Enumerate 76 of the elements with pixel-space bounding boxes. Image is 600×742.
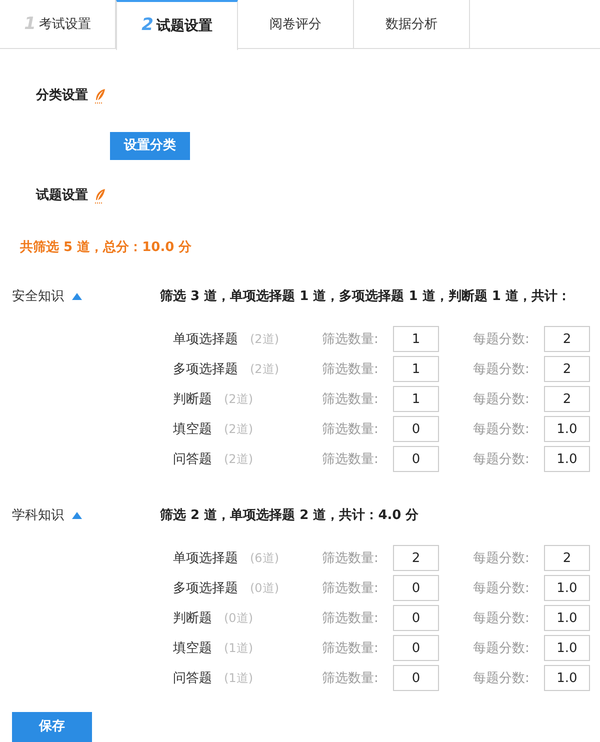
- score-label: 每题分数:: [473, 610, 530, 628]
- score-label: 每题分数:: [473, 450, 530, 469]
- score-label: 每题分数:: [473, 550, 530, 568]
- count-input[interactable]: 1: [393, 386, 439, 412]
- collapse-triangle-icon[interactable]: [72, 512, 82, 519]
- question-available: (2道): [250, 361, 279, 378]
- count-input[interactable]: 0: [393, 416, 439, 442]
- score-input[interactable]: 1.0: [544, 635, 590, 662]
- count-label: 筛选数量:: [322, 390, 380, 409]
- count-input[interactable]: 0: [393, 575, 439, 602]
- score-label: 每题分数:: [473, 330, 530, 349]
- score-input[interactable]: 2: [544, 545, 590, 572]
- question-available: (2道): [224, 421, 253, 438]
- count-label: 筛选数量:: [322, 420, 380, 439]
- score-input[interactable]: 1.0: [544, 605, 590, 632]
- section-title: 分类设置: [36, 87, 88, 105]
- count-label: 筛选数量:: [322, 360, 380, 379]
- count-input[interactable]: 1: [393, 356, 439, 382]
- score-label: 每题分数:: [473, 670, 530, 688]
- count-label: 筛选数量:: [322, 330, 380, 349]
- total-summary: 共筛选 5 道，总分：10.0 分: [20, 238, 193, 257]
- question-available: (6道): [250, 550, 279, 568]
- score-input[interactable]: 1.0: [544, 665, 590, 692]
- question-available: (2道): [224, 451, 253, 468]
- score-label: 每题分数:: [473, 390, 530, 409]
- question-available: (2道): [250, 331, 279, 348]
- count-label: 筛选数量:: [322, 580, 380, 598]
- score-label: 每题分数:: [473, 420, 530, 439]
- save-button[interactable]: 保存: [12, 712, 92, 742]
- question-available: (1道): [224, 670, 253, 688]
- category-name: 安全知识: [12, 288, 64, 306]
- question-type: 填空题: [173, 420, 212, 439]
- set-category-button[interactable]: 设置分类: [110, 132, 190, 160]
- question-type: 问答题: [173, 670, 212, 688]
- score-input[interactable]: 1.0: [544, 446, 590, 472]
- question-type: 多项选择题: [173, 360, 238, 379]
- score-input[interactable]: 2: [544, 356, 590, 382]
- count-label: 筛选数量:: [322, 610, 380, 628]
- question-available: (1道): [224, 640, 253, 658]
- count-label: 筛选数量:: [322, 550, 380, 568]
- count-label: 筛选数量:: [322, 670, 380, 688]
- section-title: 试题设置: [36, 187, 88, 206]
- question-type: 单项选择题: [173, 550, 238, 568]
- count-input[interactable]: 1: [393, 326, 439, 352]
- question-type: 判断题: [173, 390, 212, 409]
- tab[interactable]: 2 试题设置: [116, 0, 238, 50]
- count-label: 筛选数量:: [322, 450, 380, 469]
- count-input[interactable]: 0: [393, 665, 439, 692]
- count-label: 筛选数量:: [322, 640, 380, 658]
- question-available: (2道): [224, 391, 253, 408]
- score-label: 每题分数:: [473, 360, 530, 379]
- tab[interactable]: 数据分析: [354, 0, 470, 49]
- question-available: (0道): [250, 580, 279, 598]
- feather-icon: [94, 188, 106, 204]
- question-type: 单项选择题: [173, 330, 238, 349]
- collapse-triangle-icon[interactable]: [72, 292, 82, 300]
- score-label: 每题分数:: [473, 640, 530, 658]
- category-summary: 筛选 2 道，单项选择题 2 道，共计：4.0 分: [160, 506, 419, 525]
- score-input[interactable]: 1.0: [544, 416, 590, 442]
- count-input[interactable]: 2: [393, 545, 439, 572]
- question-type: 判断题: [173, 610, 212, 628]
- question-type: 填空题: [173, 640, 212, 658]
- question-available: (0道): [224, 610, 253, 628]
- count-input[interactable]: 0: [393, 446, 439, 472]
- score-label: 每题分数:: [473, 580, 530, 598]
- count-input[interactable]: 0: [393, 605, 439, 632]
- count-input[interactable]: 0: [393, 635, 439, 662]
- score-input[interactable]: 2: [544, 326, 590, 352]
- tab[interactable]: 阅卷评分: [238, 0, 354, 49]
- score-input[interactable]: 1.0: [544, 575, 590, 602]
- feather-icon: [94, 88, 106, 104]
- score-input[interactable]: 2: [544, 386, 590, 412]
- question-type: 多项选择题: [173, 580, 238, 598]
- question-type: 问答题: [173, 450, 212, 469]
- category-name: 学科知识: [12, 506, 64, 525]
- category-summary: 筛选 3 道，单项选择题 1 道，多项选择题 1 道，判断题 1 道，共计：: [160, 288, 570, 306]
